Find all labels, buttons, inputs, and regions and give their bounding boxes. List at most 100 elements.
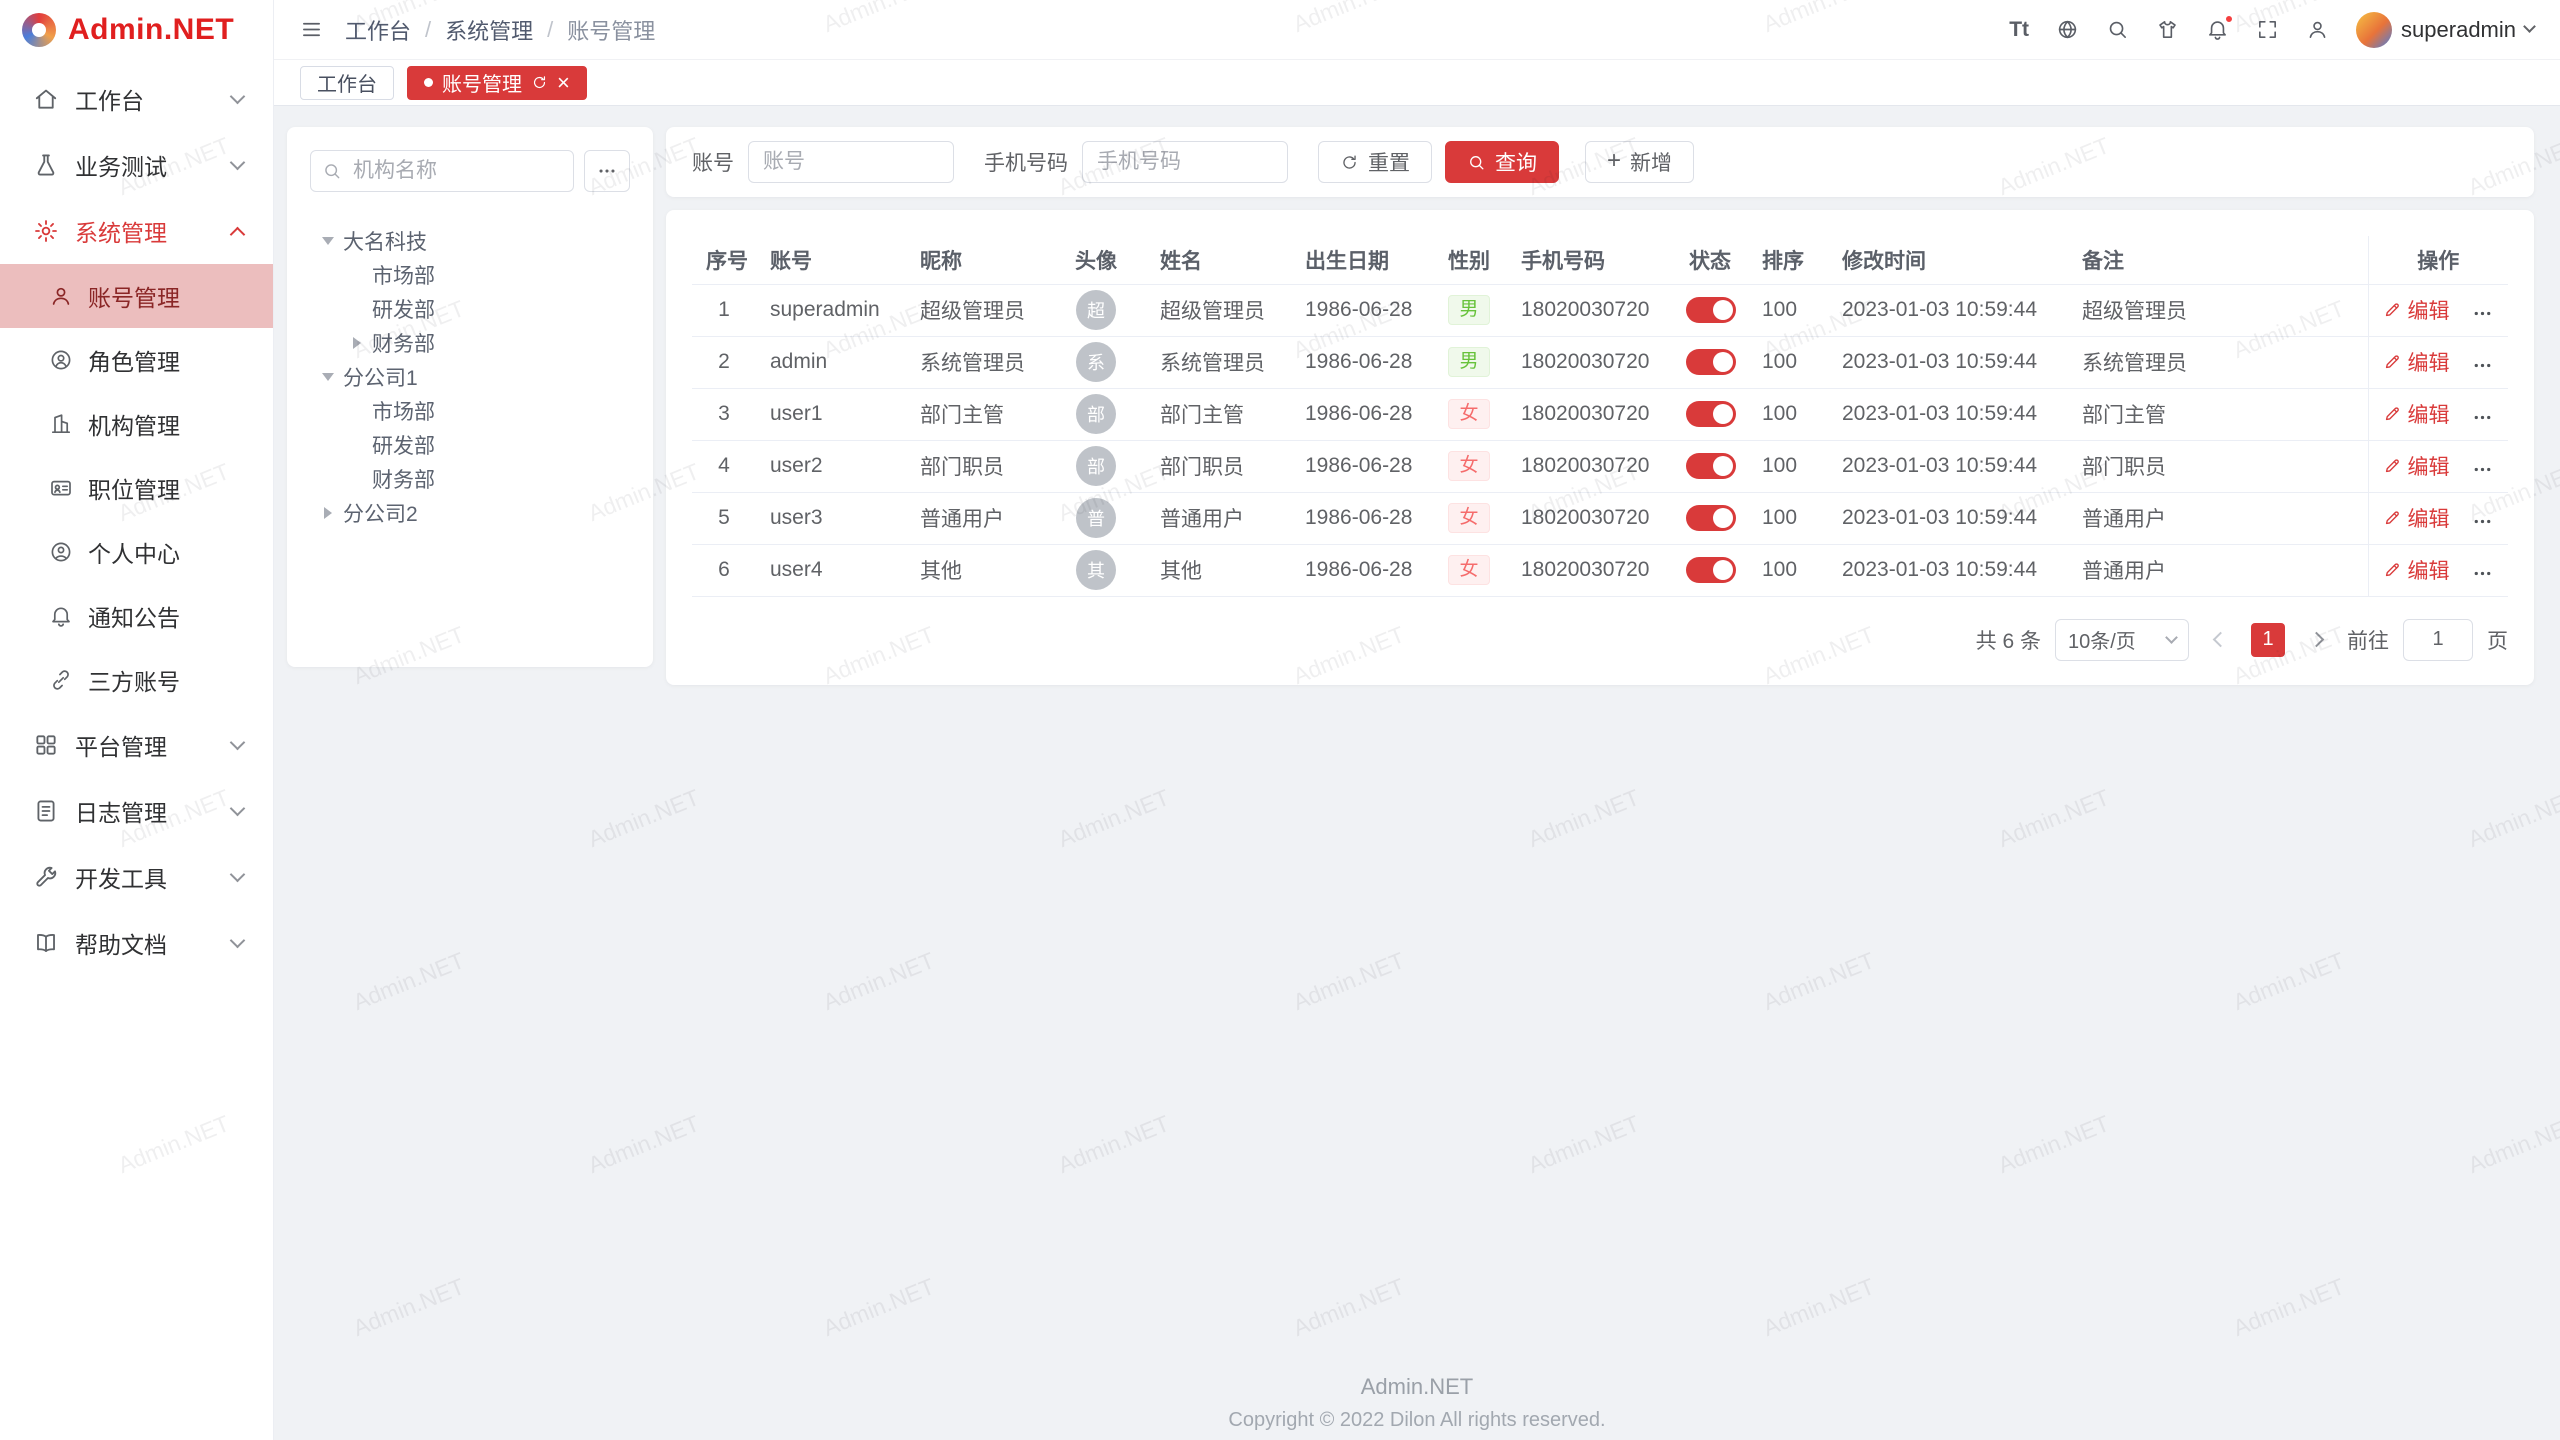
- edit-button[interactable]: 编辑: [2383, 555, 2450, 585]
- breadcrumb-item-workbench[interactable]: 工作台: [345, 14, 411, 46]
- tree-node[interactable]: 研发部: [310, 292, 630, 326]
- next-page-button[interactable]: [2299, 623, 2333, 657]
- sidebar-item-personal-center[interactable]: 个人中心: [0, 520, 273, 584]
- status-toggle[interactable]: [1686, 505, 1736, 531]
- globe-icon[interactable]: [2056, 18, 2079, 41]
- fullscreen-icon[interactable]: [2256, 18, 2279, 41]
- font-size-icon[interactable]: Tt: [2009, 18, 2029, 42]
- edit-button[interactable]: 编辑: [2383, 451, 2450, 481]
- sidebar-item-business-test[interactable]: 业务测试: [0, 132, 273, 198]
- tree-node[interactable]: 财务部: [310, 326, 630, 360]
- more-actions-button[interactable]: [2471, 354, 2494, 377]
- sidebar-item-notice[interactable]: 通知公告: [0, 584, 273, 648]
- status-toggle[interactable]: [1686, 349, 1736, 375]
- tree-node[interactable]: 财务部: [310, 462, 630, 496]
- edit-button[interactable]: 编辑: [2383, 347, 2450, 377]
- sidebar-item-org-management[interactable]: 机构管理: [0, 392, 273, 456]
- page-size-select[interactable]: 10条/页: [2055, 619, 2189, 661]
- sidebar-item-account-management[interactable]: 账号管理: [0, 264, 273, 328]
- col-account: 账号: [756, 236, 906, 284]
- flask-icon: [33, 152, 59, 178]
- add-button[interactable]: + 新增: [1585, 141, 1694, 183]
- chevron-down-icon: [230, 88, 246, 104]
- account-input[interactable]: [748, 141, 954, 183]
- caret-right-icon[interactable]: [349, 337, 365, 349]
- col-birthday: 出生日期: [1291, 236, 1431, 284]
- sidebar-item-platform-management[interactable]: 平台管理: [0, 712, 273, 778]
- refresh-icon[interactable]: [531, 74, 548, 91]
- breadcrumb-item-system[interactable]: 系统管理: [445, 14, 533, 46]
- gender-tag: 女: [1448, 451, 1489, 481]
- theme-icon[interactable]: [2156, 18, 2179, 41]
- user-menu[interactable]: superadmin: [2356, 12, 2534, 48]
- edit-icon: [2383, 352, 2402, 371]
- search-button[interactable]: 查询: [1445, 141, 1559, 183]
- phone-input[interactable]: [1082, 141, 1288, 183]
- status-toggle[interactable]: [1686, 297, 1736, 323]
- more-actions-button[interactable]: [2471, 302, 2494, 325]
- sidebar-item-workbench[interactable]: 工作台: [0, 66, 273, 132]
- chevron-down-icon: [230, 932, 246, 948]
- edit-button[interactable]: 编辑: [2383, 399, 2450, 429]
- tree-node[interactable]: 研发部: [310, 428, 630, 462]
- tree-node[interactable]: 分公司1: [310, 360, 630, 394]
- sidebar-item-position-management[interactable]: 职位管理: [0, 456, 273, 520]
- tab-workbench[interactable]: 工作台: [300, 66, 394, 100]
- caret-down-icon[interactable]: [320, 373, 336, 381]
- status-toggle[interactable]: [1686, 453, 1736, 479]
- app-logo-icon: [22, 13, 56, 47]
- chevron-down-icon: [2523, 20, 2536, 33]
- tree-node[interactable]: 大名科技: [310, 224, 630, 258]
- more-actions-button[interactable]: [2471, 510, 2494, 533]
- caret-down-icon[interactable]: [320, 237, 336, 245]
- more-actions-button[interactable]: [2471, 406, 2494, 429]
- sidebar-item-dev-tools[interactable]: 开发工具: [0, 844, 273, 910]
- more-dots-icon: [2471, 302, 2494, 325]
- avatar: 系: [1076, 342, 1116, 382]
- edit-button[interactable]: 编辑: [2383, 295, 2450, 325]
- prev-page-button[interactable]: [2203, 623, 2237, 657]
- tree-node[interactable]: 分公司2: [310, 496, 630, 530]
- avatar[interactable]: [2356, 12, 2392, 48]
- sidebar-item-system-management[interactable]: 系统管理: [0, 198, 273, 264]
- user-icon[interactable]: [2306, 18, 2329, 41]
- search-icon[interactable]: [2106, 18, 2129, 41]
- sidebar-item-third-party-account[interactable]: 三方账号: [0, 648, 273, 712]
- close-icon[interactable]: ×: [557, 72, 570, 94]
- avatar: 部: [1076, 394, 1116, 434]
- reset-button[interactable]: 重置: [1318, 141, 1432, 183]
- grid-icon: [33, 732, 59, 758]
- edit-button[interactable]: 编辑: [2383, 503, 2450, 533]
- tab-account-management[interactable]: 账号管理 ×: [407, 66, 587, 100]
- more-actions-button[interactable]: [2471, 562, 2494, 585]
- org-search-input[interactable]: [310, 150, 574, 192]
- status-toggle[interactable]: [1686, 401, 1736, 427]
- bell-icon[interactable]: [2206, 18, 2229, 41]
- org-more-button[interactable]: [584, 150, 630, 192]
- page-number-1[interactable]: 1: [2251, 623, 2285, 657]
- gender-tag: 女: [1448, 555, 1489, 585]
- sidebar-item-log-management[interactable]: 日志管理: [0, 778, 273, 844]
- sidebar-item-role-management[interactable]: 角色管理: [0, 328, 273, 392]
- sidebar-item-help-docs[interactable]: 帮助文档: [0, 910, 273, 976]
- hamburger-icon[interactable]: [300, 18, 323, 41]
- col-remark: 备注: [2068, 236, 2368, 284]
- tree-node[interactable]: 市场部: [310, 258, 630, 292]
- table-header-row: 序号 账号 昵称 头像 姓名 出生日期 性别 手机号码 状态 排序 修改时间: [692, 236, 2508, 284]
- plus-icon: +: [1607, 149, 1621, 173]
- tree-node[interactable]: 市场部: [310, 394, 630, 428]
- gender-tag: 男: [1448, 347, 1489, 377]
- avatar: 部: [1076, 446, 1116, 486]
- status-toggle[interactable]: [1686, 557, 1736, 583]
- more-actions-button[interactable]: [2471, 458, 2494, 481]
- col-phone: 手机号码: [1507, 236, 1672, 284]
- more-dots-icon: [2471, 562, 2494, 585]
- goto-label: 前往: [2347, 625, 2389, 655]
- account-label: 账号: [692, 147, 734, 177]
- filter-bar: 账号 手机号码 重置 查询: [666, 127, 2534, 197]
- caret-right-icon[interactable]: [320, 507, 336, 519]
- goto-page-input[interactable]: [2403, 619, 2473, 661]
- col-order: 排序: [1748, 236, 1828, 284]
- col-actions: 操作: [2368, 236, 2508, 284]
- more-dots-icon: [2471, 510, 2494, 533]
